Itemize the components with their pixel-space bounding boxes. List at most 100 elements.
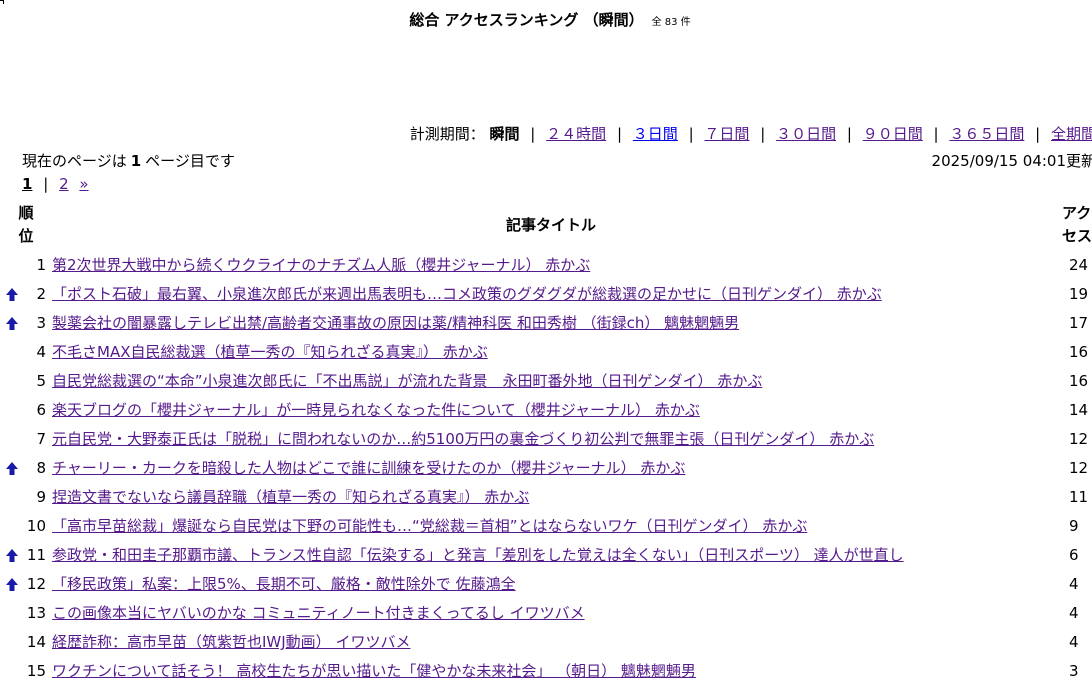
column-header-access-line: アク (1062, 204, 1092, 222)
rank-number: 14 (26, 633, 46, 651)
separator: | (933, 125, 939, 143)
page-status: 現在のページは 1 ページ目です (22, 150, 235, 171)
separator: | (43, 175, 49, 193)
article-title-link[interactable]: 参政党・和田圭子那覇市議、トランス性自認「伝染する」と発言「差別をした覚えは全く… (52, 542, 904, 568)
article-title-link[interactable]: 自民党総裁選の“本命”小泉進次郎氏に「不出馬説」が流れた背景 永田町番外地（日刊… (52, 368, 762, 394)
article-title-link[interactable]: 「高市早苗総裁」爆誕なら自民党は下野の可能性も…“党総裁＝首相”とはならないワケ… (52, 513, 807, 539)
rank-up-arrow-icon (6, 317, 18, 330)
column-header-rank-char: 順 (18, 204, 34, 222)
article-title-link[interactable]: 楽天ブログの「櫻井ジャーナル」が一時見られなくなった件について（櫻井ジャーナル）… (52, 397, 700, 423)
article-title-link[interactable]: 不毛さMAX自民総裁選（植草一秀の『知られざる真実』） 赤かぶ (52, 339, 488, 365)
pager-next-icon[interactable]: » (79, 175, 88, 193)
article-title-link[interactable]: 経歴詐称：高市早苗（筑紫哲也IWJ動画） イワツバメ (52, 629, 410, 655)
access-count: 16 (1069, 372, 1089, 390)
access-count: 24 (1069, 256, 1089, 274)
article-title-link[interactable]: 「移民政策」私案：上限5%、長期不可、厳格・敵性除外で 佐藤鴻全 (52, 571, 516, 597)
article-title-link[interactable]: 製薬会社の闇暴露しテレビ出禁/高齢者交通事故の原因は薬/精神科医 和田秀樹 （街… (52, 310, 739, 336)
article-title-link[interactable]: 元自民党・大野泰正氏は「脱税」に問われないのか…約5100万円の裏金づくり初公判… (52, 426, 874, 452)
period-link-7d[interactable]: ７日間 (704, 125, 749, 143)
rank-number: 5 (36, 372, 46, 390)
page-status-prefix: 現在のページは (22, 152, 127, 170)
rank-number: 13 (26, 604, 46, 622)
period-link-3d[interactable]: ３日間 (633, 125, 678, 143)
period-current: 瞬間 (489, 125, 520, 143)
table-row: 11 参政党・和田圭子那覇市議、トランス性自認「伝染する」と発言「差別をした覚えは… (0, 542, 1092, 571)
table-row: 15 ワクチンについて話そう！ 高校生たちが思い描いた「健やかな未来社会」 （朝日… (0, 658, 1092, 687)
column-header-access: アク セス (1062, 202, 1092, 248)
rank-number: 11 (26, 546, 46, 564)
pagination: 1 | 2 » (22, 175, 95, 193)
period-selector: 計測期間： 瞬間 | ２４時間 | ３日間 | ７日間 | ３０日間 | ９０日… (410, 123, 1092, 144)
column-header-rank: 順位 (14, 202, 38, 248)
table-row: 14 経歴詐称：高市早苗（筑紫哲也IWJ動画） イワツバメ 4 (0, 629, 1092, 658)
column-header-rank-char: 位 (18, 227, 34, 245)
period-link-24h[interactable]: ２４時間 (546, 125, 606, 143)
separator: | (530, 125, 536, 143)
article-title-link[interactable]: チャーリー・カークを暗殺した人物はどこで誰に訓練を受けたのか（櫻井ジャーナル） … (52, 455, 685, 481)
period-link-all[interactable]: 全期間 (1051, 125, 1092, 143)
total-count: 全 83 件 (651, 17, 691, 28)
rank-number: 9 (36, 488, 46, 506)
separator: | (760, 125, 766, 143)
table-row: 9 捏造文書でないなら議員辞職（植草一秀の『知られざる真実』） 赤かぶ 11 (0, 484, 1092, 513)
rank-up-arrow-icon (6, 462, 18, 475)
rank-up-arrow-icon (6, 288, 18, 301)
rank-up-arrow-icon (6, 549, 18, 562)
access-count: 4 (1069, 604, 1079, 622)
table-row: 7 元自民党・大野泰正氏は「脱税」に問われないのか…約5100万円の裏金づくり初公… (0, 426, 1092, 455)
column-header-access-line: セス (1062, 227, 1092, 245)
page-title-text: 総合 アクセスランキング （瞬間） (409, 11, 644, 29)
table-row: 10 「高市早苗総裁」爆誕なら自民党は下野の可能性も…“党総裁＝首相”とはならない… (0, 513, 1092, 542)
period-link-365d[interactable]: ３６５日間 (949, 125, 1024, 143)
article-title-link[interactable]: 「ポスト石破」最右翼、小泉進次郎氏が来週出馬表明も…コメ政策のグダグダが総裁選の… (52, 281, 882, 307)
separator: | (1035, 125, 1041, 143)
access-count: 19 (1069, 285, 1089, 303)
access-count: 11 (1069, 488, 1089, 506)
article-title-link[interactable]: ワクチンについて話そう！ 高校生たちが思い描いた「健やかな未来社会」 （朝日） … (52, 658, 696, 684)
trend-up-icon (5, 316, 19, 331)
table-row: 4 不毛さMAX自民総裁選（植草一秀の『知られざる真実』） 赤かぶ 16 (0, 339, 1092, 368)
rank-number: 7 (36, 430, 46, 448)
access-count: 12 (1069, 459, 1089, 477)
corner-mark (0, 0, 4, 4)
table-row: 1 第2次世界大戦中から続くウクライナのナチズム人脈（櫻井ジャーナル） 赤かぶ 24 (0, 252, 1092, 281)
article-title-link[interactable]: 捏造文書でないなら議員辞職（植草一秀の『知られざる真実』） 赤かぶ (52, 484, 529, 510)
rank-number: 3 (36, 314, 46, 332)
rank-number: 10 (26, 517, 46, 535)
access-count: 14 (1069, 401, 1089, 419)
access-count: 4 (1069, 633, 1079, 651)
access-count: 9 (1069, 517, 1079, 535)
rank-number: 4 (36, 343, 46, 361)
rank-number: 8 (36, 459, 46, 477)
table-row: 13 この画像本当にヤバいのかな コミュニティノート付きまくってるし イワツバメ 4 (0, 600, 1092, 629)
access-count: 6 (1069, 546, 1079, 564)
column-header-title: 記事タイトル (506, 216, 597, 234)
page-status-suffix: ページ目です (145, 152, 235, 170)
rank-up-arrow-icon (6, 578, 18, 591)
article-title-link[interactable]: この画像本当にヤバいのかな コミュニティノート付きまくってるし イワツバメ (52, 600, 585, 626)
table-row: 2 「ポスト石破」最右翼、小泉進次郎氏が来週出馬表明も…コメ政策のグダグダが総裁選… (0, 281, 1092, 310)
separator: | (688, 125, 694, 143)
access-count: 4 (1069, 575, 1079, 593)
access-count: 16 (1069, 343, 1089, 361)
table-row: 8 チャーリー・カークを暗殺した人物はどこで誰に訓練を受けたのか（櫻井ジャーナル）… (0, 455, 1092, 484)
period-link-90d[interactable]: ９０日間 (863, 125, 923, 143)
trend-up-icon (5, 461, 19, 476)
page-status-number: 1 (130, 152, 142, 170)
period-link-30d[interactable]: ３０日間 (776, 125, 836, 143)
trend-up-icon (5, 548, 19, 563)
article-title-link[interactable]: 第2次世界大戦中から続くウクライナのナチズム人脈（櫻井ジャーナル） 赤かぶ (52, 252, 590, 278)
rank-number: 15 (26, 662, 46, 680)
access-count: 3 (1069, 662, 1079, 680)
separator: | (846, 125, 852, 143)
updated-timestamp: 2025/09/15 04:01更新 (931, 152, 1092, 170)
pager-page-2[interactable]: 2 (59, 175, 69, 193)
ranking-page: 総合 アクセスランキング （瞬間） 全 83 件 計測期間： 瞬間 | ２４時間 … (0, 0, 1092, 687)
table-row: 5 自民党総裁選の“本命”小泉進次郎氏に「不出馬説」が流れた背景 永田町番外地（日… (0, 368, 1092, 397)
table-row: 12 「移民政策」私案：上限5%、長期不可、厳格・敵性除外で 佐藤鴻全 4 (0, 571, 1092, 600)
access-count: 12 (1069, 430, 1089, 448)
pager-current-page: 1 (22, 175, 33, 193)
rank-number: 12 (26, 575, 46, 593)
trend-up-icon (5, 287, 19, 302)
access-count: 17 (1069, 314, 1089, 332)
